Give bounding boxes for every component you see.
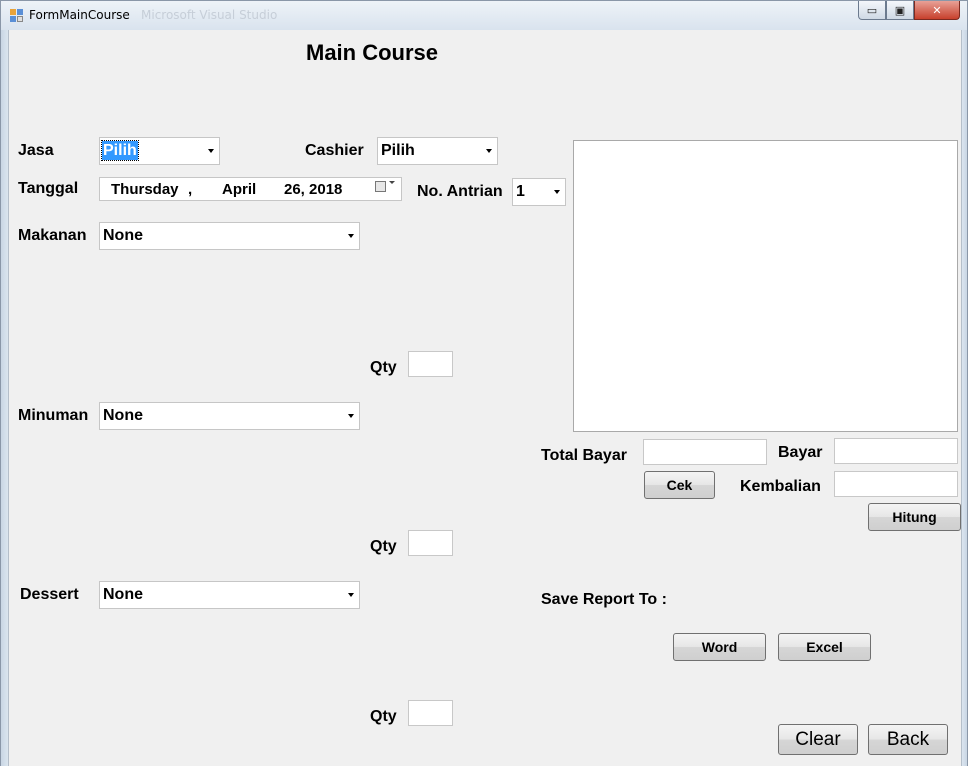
minimize-icon: ▭ [866, 3, 878, 17]
window-title: FormMainCourse [29, 8, 130, 22]
total-bayar-label: Total Bayar [541, 447, 627, 464]
chevron-down-icon[interactable] [389, 181, 395, 184]
jasa-selected-value: Pilih [101, 140, 139, 161]
dessert-qty-input[interactable] [408, 700, 453, 726]
date-separator: , [188, 181, 193, 198]
jasa-label: Jasa [18, 142, 54, 159]
minuman-combobox[interactable]: None [99, 402, 360, 430]
window-frame-right [962, 30, 968, 766]
dessert-label: Dessert [20, 586, 79, 603]
date-day-year: 26, 2018 [284, 181, 343, 198]
page-title: Main Course [306, 40, 439, 65]
app-icon [10, 9, 23, 22]
minuman-qty-input[interactable] [408, 530, 453, 556]
minimize-button[interactable]: ▭ [858, 1, 886, 20]
dessert-selected-value: None [103, 586, 143, 603]
bayar-input[interactable] [834, 438, 958, 464]
word-button[interactable]: Word [673, 633, 766, 661]
chevron-down-icon[interactable] [486, 149, 492, 153]
makanan-selected-value: None [103, 227, 143, 244]
total-bayar-input[interactable] [643, 439, 767, 465]
save-report-label: Save Report To : [541, 591, 667, 608]
makanan-qty-label: Qty [370, 359, 397, 376]
chevron-down-icon[interactable] [348, 593, 354, 597]
dessert-qty-label: Qty [370, 708, 397, 725]
minuman-selected-value: None [103, 407, 143, 424]
background-window-title: Microsoft Visual Studio [141, 8, 278, 22]
close-icon: ✕ [932, 3, 942, 17]
cashier-label: Cashier [305, 142, 364, 159]
excel-button[interactable]: Excel [778, 633, 871, 661]
jasa-combobox[interactable]: Pilih [99, 137, 220, 165]
kembalian-input[interactable] [834, 471, 958, 497]
date-day: Thursday [111, 181, 179, 198]
makanan-qty-input[interactable] [408, 351, 453, 377]
tanggal-datepicker[interactable]: Thursday , April 26, 2018 [99, 177, 402, 201]
calendar-icon[interactable] [375, 181, 386, 192]
cek-button[interactable]: Cek [644, 471, 715, 499]
window-frame-left [0, 30, 8, 766]
tanggal-label: Tanggal [18, 180, 79, 197]
makanan-combobox[interactable]: None [99, 222, 360, 250]
chevron-down-icon[interactable] [348, 414, 354, 418]
antrian-selected-value: 1 [516, 183, 525, 200]
antrian-combobox[interactable]: 1 [512, 178, 566, 206]
bayar-label: Bayar [778, 444, 823, 461]
date-month: April [222, 181, 257, 198]
caption-buttons: ▭ ▣ ✕ [858, 1, 960, 20]
makanan-label: Makanan [18, 227, 87, 244]
chevron-down-icon[interactable] [208, 149, 214, 153]
clear-button[interactable]: Clear [778, 724, 858, 755]
title-bar[interactable]: FormMainCourse Microsoft Visual Studio ▭… [0, 0, 968, 30]
order-listbox[interactable] [573, 140, 958, 432]
maximize-icon: ▣ [894, 3, 906, 17]
cashier-combobox[interactable]: Pilih [377, 137, 498, 165]
hitung-button[interactable]: Hitung [868, 503, 961, 531]
minuman-label: Minuman [18, 407, 89, 424]
kembalian-label: Kembalian [740, 478, 821, 495]
maximize-button[interactable]: ▣ [886, 1, 914, 20]
dessert-combobox[interactable]: None [99, 581, 360, 609]
cashier-selected-value: Pilih [381, 142, 415, 159]
antrian-label: No. Antrian [417, 183, 503, 200]
close-button[interactable]: ✕ [914, 1, 960, 20]
chevron-down-icon[interactable] [348, 234, 354, 238]
back-button[interactable]: Back [868, 724, 948, 755]
chevron-down-icon[interactable] [554, 190, 560, 194]
minuman-qty-label: Qty [370, 538, 397, 555]
